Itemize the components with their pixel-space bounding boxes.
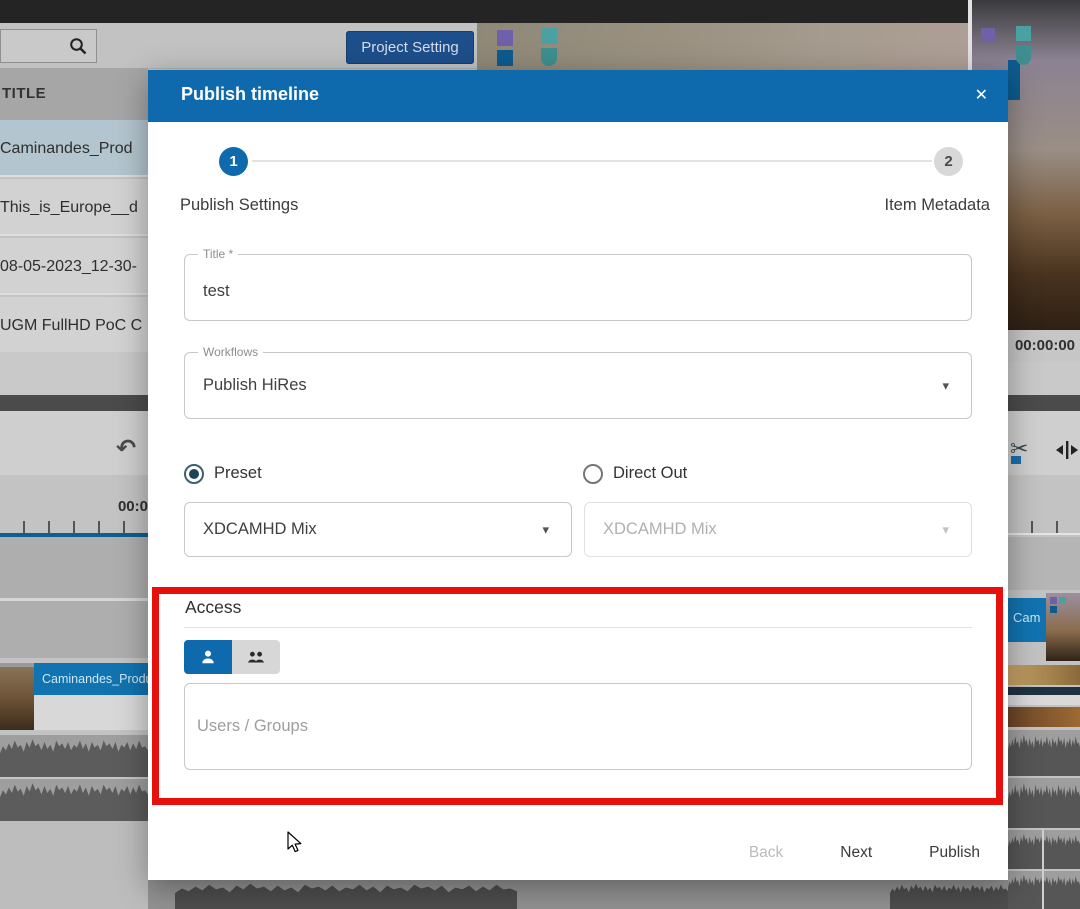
- chevron-down-icon[interactable]: ▾: [542, 522, 549, 538]
- app-top-bar: [0, 0, 1080, 23]
- preset-select-value: XDCAMHD Mix: [203, 503, 317, 556]
- media-list-empty: [0, 352, 148, 395]
- media-list-item[interactable]: 08-05-2023_12-30-: [0, 238, 148, 295]
- video-track-empty: [1008, 537, 1080, 590]
- title-input[interactable]: [185, 255, 971, 320]
- audio-waveform-track[interactable]: [1008, 778, 1080, 828]
- logo-square-blue: [497, 50, 513, 66]
- search-input[interactable]: [0, 29, 97, 63]
- dialog-title: Publish timeline: [181, 84, 319, 105]
- media-list-item[interactable]: UGM FullHD PoC C: [0, 297, 148, 354]
- timecode-left: 00:0: [96, 498, 148, 520]
- stepper-label-item-metadata: Item Metadata: [885, 196, 990, 215]
- video-track-empty: [0, 537, 148, 598]
- clip-thumbnail[interactable]: [0, 663, 34, 730]
- logo-square-purple: [1050, 597, 1057, 604]
- timeline-bottom-strip: [148, 880, 1008, 909]
- publish-timeline-dialog: Publish timeline ✕ 1 2 Publish Settings …: [148, 70, 1008, 880]
- video-track-empty: [0, 601, 148, 658]
- workflows-field[interactable]: Workflows Publish HiRes ▾: [184, 352, 972, 419]
- clip-thumbnail[interactable]: [1046, 593, 1080, 661]
- direct-out-radio-label[interactable]: Direct Out: [613, 464, 687, 483]
- scissors-icon-accent: [1011, 456, 1021, 464]
- stepper-step-2[interactable]: 2: [934, 147, 963, 176]
- logo-halfround-teal: [541, 48, 557, 66]
- dialog-footer: Back Next Publish: [749, 838, 980, 868]
- preset-radio[interactable]: [184, 464, 204, 484]
- ruler-ticks-left: [0, 521, 148, 533]
- publish-button[interactable]: Publish: [929, 844, 980, 862]
- media-list-column-header[interactable]: TITLE: [0, 68, 148, 120]
- audio-waveform-track[interactable]: [890, 881, 1008, 909]
- mouse-cursor: [286, 831, 308, 853]
- logo-square-teal: [1059, 597, 1066, 604]
- audio-waveform-track[interactable]: [1008, 730, 1080, 776]
- section-divider: [184, 627, 972, 628]
- person-icon: [200, 649, 216, 665]
- users-groups-field[interactable]: [184, 683, 972, 770]
- logo-square-purple: [497, 30, 513, 46]
- logo-halfround-teal: [1016, 46, 1031, 65]
- audio-waveform-track[interactable]: [1008, 871, 1080, 909]
- logo-square-blue: [1008, 60, 1020, 100]
- direct-out-select-value: XDCAMHD Mix: [603, 503, 717, 556]
- filmstrip-frame: [1008, 707, 1080, 727]
- direct-out-radio[interactable]: [583, 464, 603, 484]
- video-preview-strip: [477, 23, 968, 70]
- workflows-value: Publish HiRes: [203, 353, 307, 418]
- next-button[interactable]: Next: [840, 844, 872, 862]
- stepper-step-1[interactable]: 1: [219, 147, 248, 176]
- audio-waveform-track[interactable]: [0, 779, 148, 821]
- search-icon: [69, 37, 88, 56]
- preset-select[interactable]: XDCAMHD Mix ▾: [184, 502, 572, 557]
- filmstrip-frame: [1008, 687, 1080, 705]
- undo-icon[interactable]: ↶: [116, 434, 136, 463]
- stepper-label-publish-settings: Publish Settings: [180, 196, 298, 215]
- close-icon[interactable]: ✕: [975, 85, 988, 105]
- users-groups-input[interactable]: [185, 684, 971, 769]
- ruler-ticks-right: [1008, 521, 1080, 533]
- audio-waveform-track[interactable]: [175, 881, 517, 909]
- media-list-item[interactable]: This_is_Europe__d: [0, 179, 148, 236]
- logo-square-teal: [1016, 26, 1031, 41]
- logo-square-teal: [541, 28, 557, 44]
- timeline-clip[interactable]: Cam: [1008, 598, 1046, 642]
- access-type-toggle: [184, 640, 280, 674]
- project-setting-button[interactable]: Project Setting: [346, 31, 474, 64]
- audio-waveform-track[interactable]: [1008, 830, 1080, 869]
- stepper-connector: [252, 160, 932, 162]
- users-toggle-button[interactable]: [184, 640, 232, 674]
- clip-boundary: [1042, 830, 1044, 909]
- ruler-baseline-right: [1008, 533, 1080, 535]
- filmstrip-frame: [1008, 665, 1080, 685]
- title-field[interactable]: Title *: [184, 254, 972, 321]
- timeline-clip[interactable]: Caminandes_Produ: [34, 663, 148, 695]
- trim-tool-icon[interactable]: [1054, 441, 1080, 459]
- media-list-item[interactable]: Caminandes_Prod: [0, 120, 148, 177]
- chevron-down-icon: ▾: [942, 522, 949, 538]
- groups-toggle-button[interactable]: [232, 640, 280, 674]
- back-button[interactable]: Back: [749, 844, 783, 862]
- logo-square-purple: [981, 28, 995, 42]
- dialog-header: Publish timeline ✕: [148, 70, 1008, 122]
- preset-radio-label[interactable]: Preset: [214, 464, 262, 483]
- timeline-empty-area: [0, 821, 148, 909]
- logo-square-blue: [1050, 606, 1057, 613]
- audio-waveform-track[interactable]: [0, 735, 148, 777]
- direct-out-select: XDCAMHD Mix ▾: [584, 502, 972, 557]
- clip-body[interactable]: [34, 695, 148, 730]
- chevron-down-icon[interactable]: ▾: [942, 378, 949, 394]
- access-section-heading: Access: [185, 597, 241, 618]
- group-icon: [247, 650, 265, 664]
